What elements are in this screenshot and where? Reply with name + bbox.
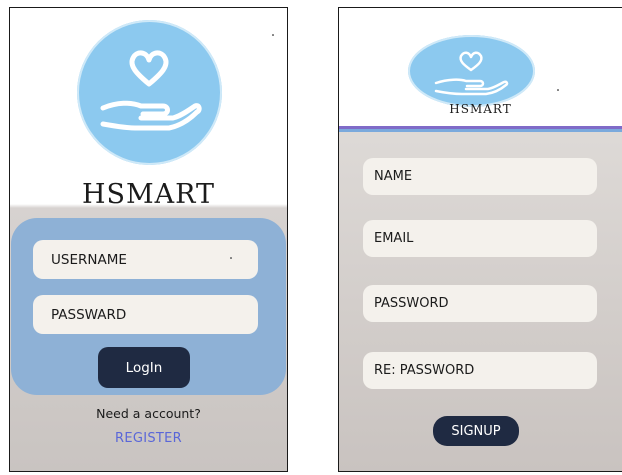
app-title: HSMART — [81, 179, 216, 210]
logo — [77, 20, 222, 165]
email-input[interactable]: EMAIL — [363, 220, 597, 257]
username-input[interactable]: USERNAME — [33, 240, 258, 279]
confirm-password-input[interactable]: RE: PASSWORD — [363, 352, 597, 389]
login-button[interactable]: LogIn — [98, 347, 190, 388]
header-divider — [339, 129, 622, 132]
need-account-text: Need a account? — [96, 406, 201, 421]
register-link[interactable]: REGISTER — [10, 431, 287, 446]
logo — [408, 35, 535, 107]
heart-hand-icon — [434, 51, 509, 96]
name-input[interactable]: NAME — [363, 158, 597, 195]
password-input[interactable]: PASSWARD — [33, 295, 258, 334]
app-title: HSMART — [449, 102, 512, 116]
signup-button[interactable]: SIGNUP — [433, 416, 519, 446]
signup-screen: HSMART NAME EMAIL PASSWORD RE: PASSWORD … — [338, 7, 622, 472]
heart-hand-icon — [100, 50, 202, 131]
password-input[interactable]: PASSWORD — [363, 285, 597, 322]
login-screen: HSMART USERNAME PASSWARD LogIn Need a ac… — [9, 7, 288, 472]
